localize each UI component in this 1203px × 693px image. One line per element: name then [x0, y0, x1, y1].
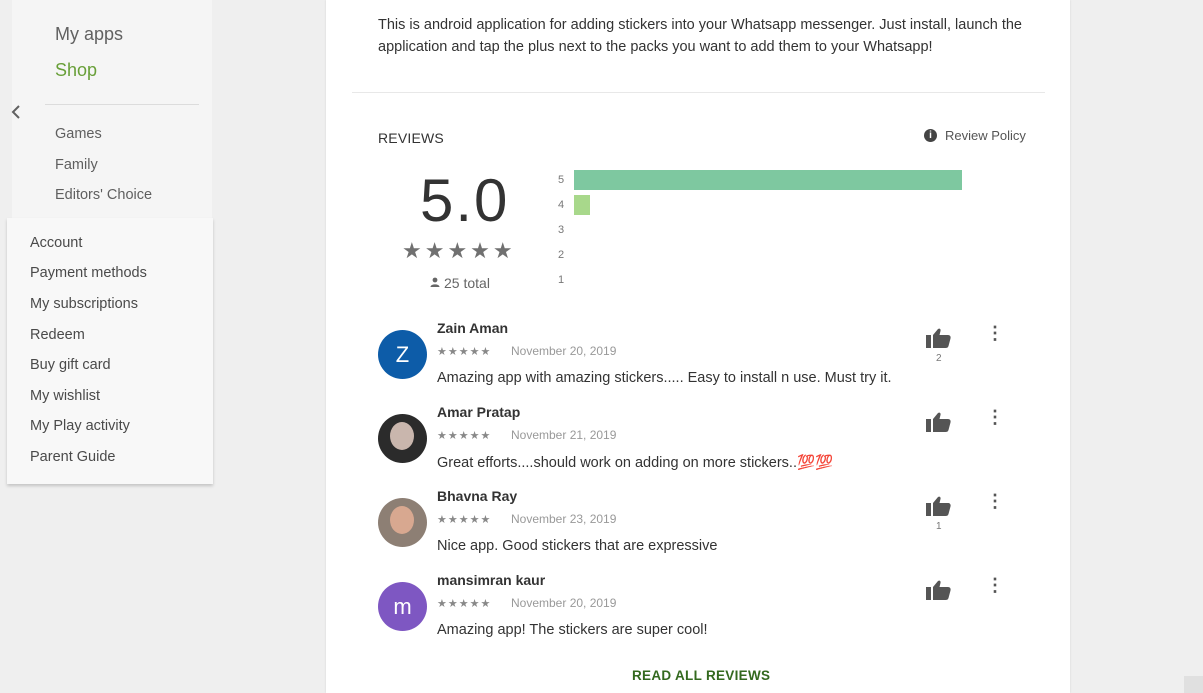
review-text: Nice app. Good stickers that are express… — [437, 538, 718, 554]
menu-item-buy-gift-card[interactable]: Buy gift card — [30, 357, 111, 373]
review-text: Amazing app! The stickers are super cool… — [437, 622, 708, 638]
menu-item-redeem[interactable]: Redeem — [30, 327, 85, 343]
right-background — [1070, 0, 1203, 693]
review-date: November 23, 2019 — [511, 512, 617, 526]
histogram-label-4: 4 — [558, 199, 565, 211]
nav-family[interactable]: Family — [55, 157, 98, 173]
reviewer-name[interactable]: mansimran kaur — [437, 572, 545, 588]
reviewer-name[interactable]: Amar Pratap — [437, 404, 520, 420]
review-date: November 21, 2019 — [511, 428, 617, 442]
thumbs-up-icon[interactable] — [926, 328, 952, 348]
review-stars: ★★★★★ — [437, 430, 492, 442]
histogram-bar-5 — [574, 170, 962, 190]
info-icon: i — [924, 129, 937, 142]
review-item: Amar Pratap ★★★★★ November 21, 2019 Grea… — [326, 402, 1070, 486]
review-date: November 20, 2019 — [511, 344, 617, 358]
thumbs-up-icon[interactable] — [926, 580, 952, 600]
nav-divider — [45, 104, 199, 105]
menu-item-my-wishlist[interactable]: My wishlist — [30, 388, 100, 404]
section-divider — [352, 92, 1045, 93]
average-rating: 5.0 — [420, 167, 510, 234]
menu-item-parent-guide[interactable]: Parent Guide — [30, 449, 115, 465]
like-count: 1 — [936, 521, 942, 532]
avatar — [378, 414, 427, 463]
reviewer-name[interactable]: Bhavna Ray — [437, 488, 517, 504]
more-options-icon[interactable]: ⋮ — [986, 576, 1004, 598]
review-policy-link[interactable]: i Review Policy — [924, 128, 1026, 143]
histogram-label-5: 5 — [558, 174, 565, 186]
review-text: Amazing app with amazing stickers..... E… — [437, 370, 892, 386]
reviews-heading: REVIEWS — [378, 130, 444, 146]
like-count: 2 — [936, 353, 942, 364]
rating-total-label: 25 total — [444, 275, 490, 291]
review-stars: ★★★★★ — [437, 346, 492, 358]
person-icon — [430, 277, 440, 290]
review-date: November 20, 2019 — [511, 596, 617, 610]
avatar: Z — [378, 330, 427, 379]
menu-item-payment-methods[interactable]: Payment methods — [30, 265, 147, 281]
menu-item-account[interactable]: Account — [30, 235, 82, 251]
more-options-icon[interactable]: ⋮ — [986, 324, 1004, 346]
more-options-icon[interactable]: ⋮ — [986, 408, 1004, 430]
account-menu: Account Payment methods My subscriptions… — [7, 218, 213, 484]
reviewer-name[interactable]: Zain Aman — [437, 320, 508, 336]
review-item: Z Zain Aman ★★★★★ November 20, 2019 Amaz… — [326, 318, 1070, 402]
histogram-bar-4 — [574, 195, 590, 215]
average-stars: ★★★★★ — [402, 238, 516, 263]
hundred-emoji: 💯💯 — [797, 455, 834, 471]
chevron-left-icon[interactable] — [10, 104, 24, 122]
thumbs-up-icon[interactable] — [926, 412, 952, 432]
review-stars: ★★★★★ — [437, 514, 492, 526]
review-policy-label: Review Policy — [945, 128, 1026, 143]
review-text-wrapper: Great efforts....should work on adding o… — [437, 454, 833, 471]
histogram-label-2: 2 — [558, 249, 565, 261]
histogram-label-1: 1 — [558, 274, 565, 286]
nav-shop[interactable]: Shop — [55, 60, 97, 81]
sidebar-nav: My apps Shop Games Family Editors' Choic… — [12, 0, 212, 218]
avatar: m — [378, 582, 427, 631]
review-item: m mansimran kaur ★★★★★ November 20, 2019… — [326, 570, 1070, 654]
avatar — [378, 498, 427, 547]
app-description: This is android application for adding s… — [378, 17, 1022, 55]
nav-editors-choice[interactable]: Editors' Choice — [55, 187, 152, 203]
rating-total: 25 total — [430, 275, 490, 291]
nav-games[interactable]: Games — [55, 126, 102, 142]
review-stars: ★★★★★ — [437, 598, 492, 610]
app-details-card: This is android application for adding s… — [326, 0, 1070, 693]
more-options-icon[interactable]: ⋮ — [986, 492, 1004, 514]
histogram-label-3: 3 — [558, 224, 565, 236]
menu-item-my-play-activity[interactable]: My Play activity — [30, 418, 130, 434]
review-text: Great efforts....should work on adding o… — [437, 455, 797, 471]
thumbs-up-icon[interactable] — [926, 496, 952, 516]
nav-my-apps[interactable]: My apps — [55, 24, 123, 45]
scrollbar-corner — [1184, 676, 1203, 693]
read-all-reviews-button[interactable]: READ ALL REVIEWS — [632, 668, 770, 683]
review-item: Bhavna Ray ★★★★★ November 23, 2019 Nice … — [326, 486, 1070, 570]
menu-item-my-subscriptions[interactable]: My subscriptions — [30, 296, 138, 312]
